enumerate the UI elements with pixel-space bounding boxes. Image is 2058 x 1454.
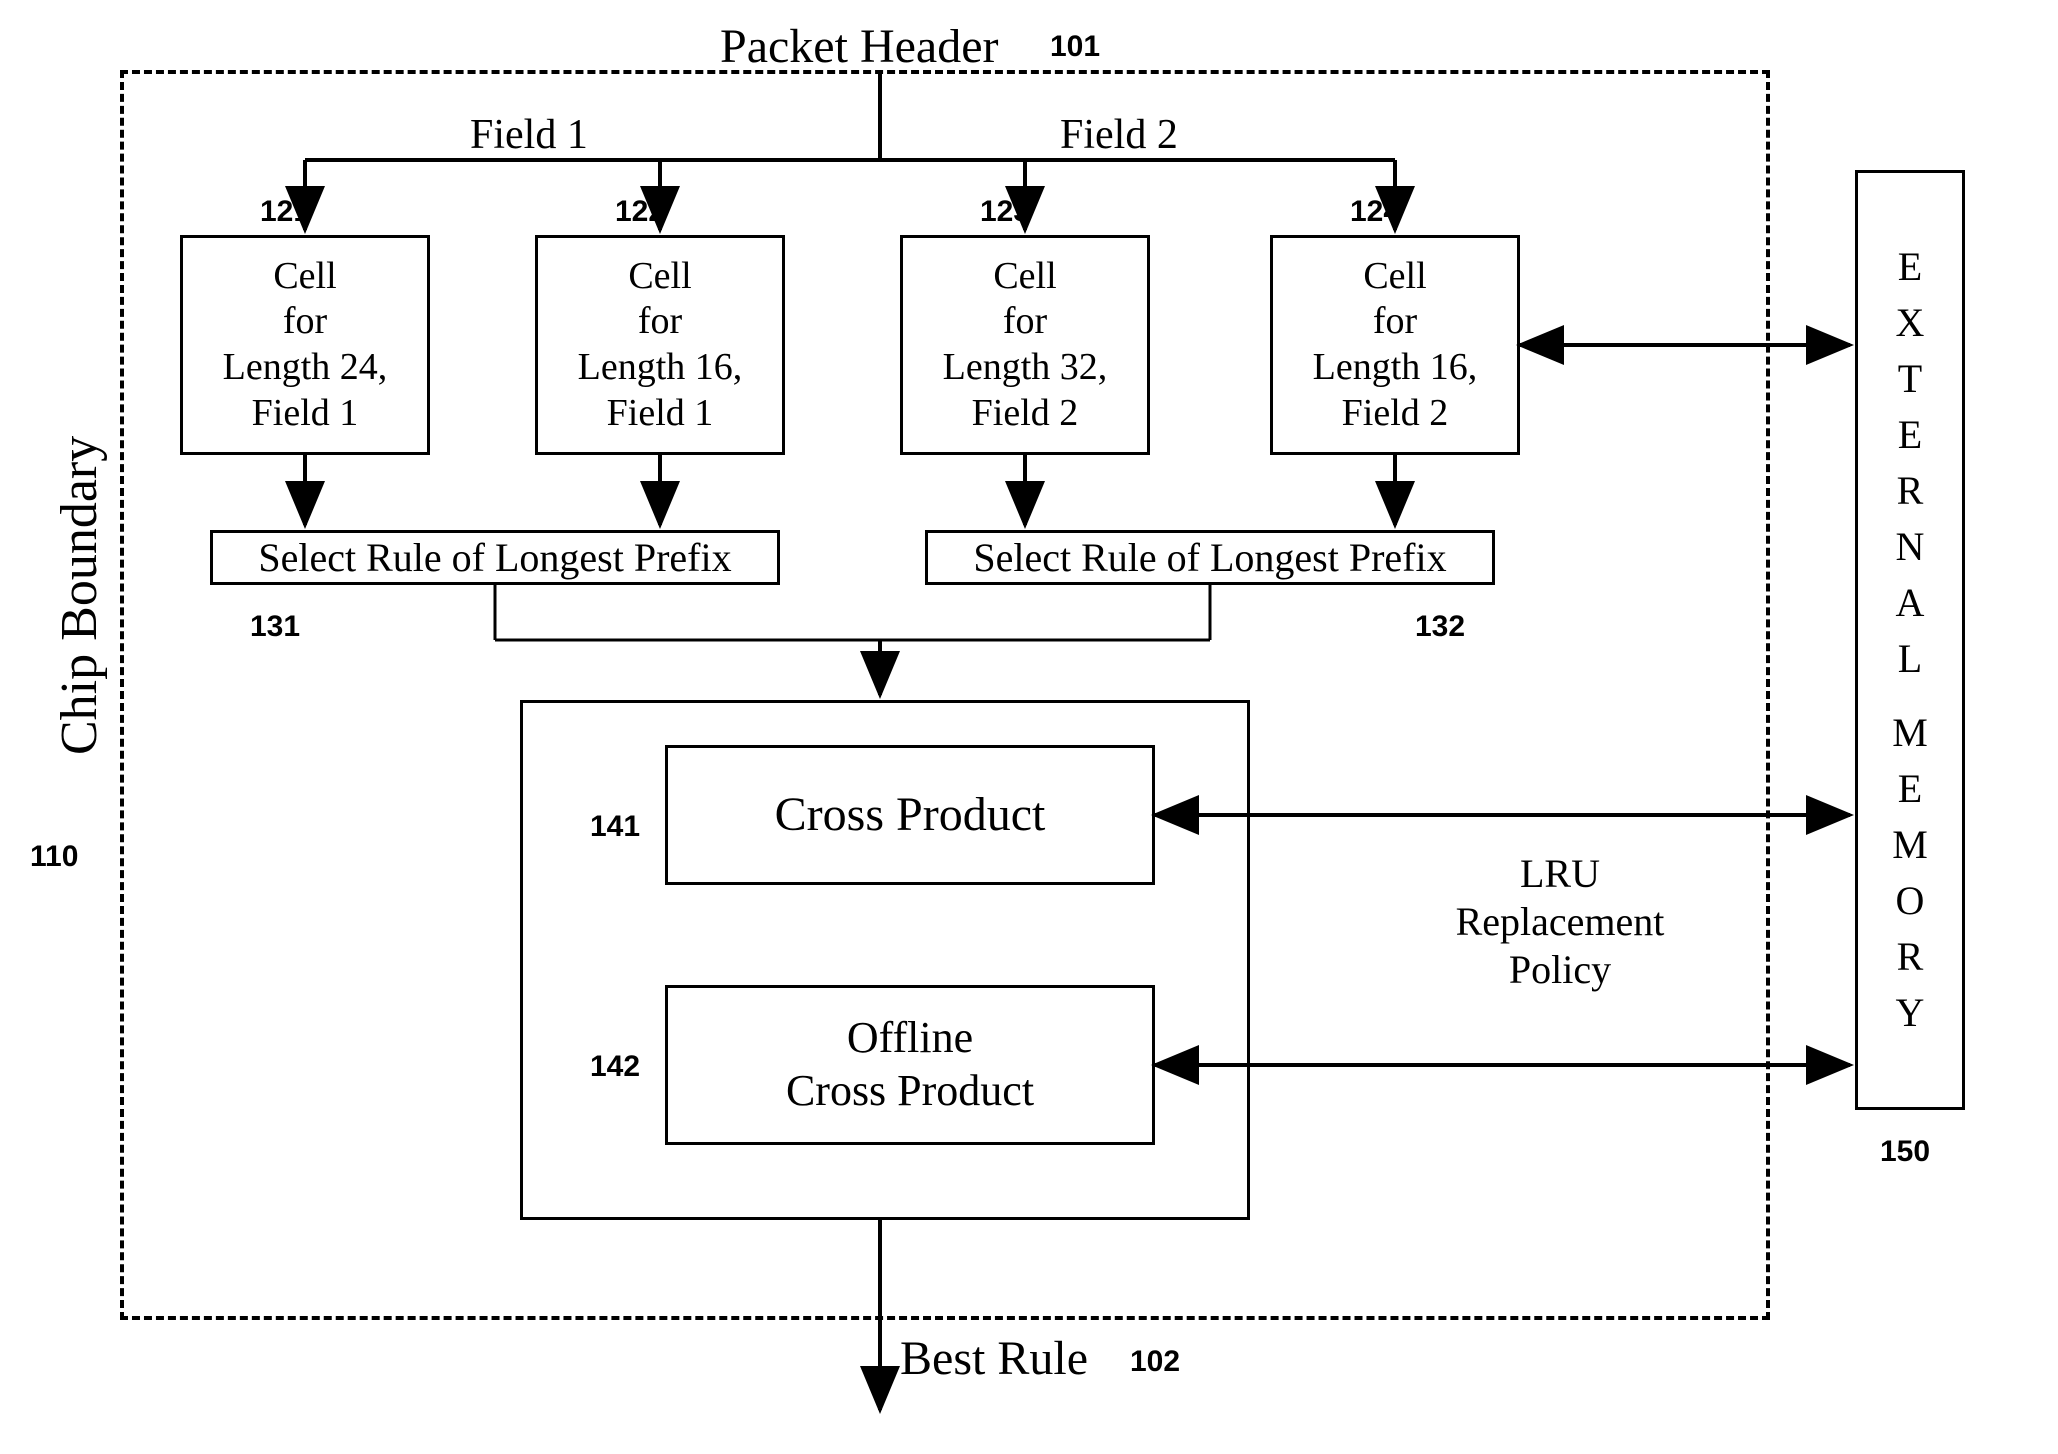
external-memory-box: E X T E R N A L M E M O R Y xyxy=(1855,170,1965,1110)
num-124: 124 xyxy=(1350,195,1400,229)
cell-123: Cell for Length 32, Field 2 xyxy=(900,235,1150,455)
num-142: 142 xyxy=(590,1050,640,1084)
ext-mem-E: E xyxy=(1898,239,1922,295)
ext-mem-E2: E xyxy=(1898,407,1922,463)
cross-product-142-text: Offline Cross Product xyxy=(786,1012,1034,1118)
cell-122-text: Cell for Length 16, Field 1 xyxy=(578,254,743,436)
cell-124: Cell for Length 16, Field 2 xyxy=(1270,235,1520,455)
num-110: 110 xyxy=(30,840,78,874)
diagram-root: Packet Header 101 Field 1 Field 2 121 12… xyxy=(0,0,2058,1454)
ext-mem-R: R xyxy=(1897,463,1924,519)
num-102: 102 xyxy=(1130,1345,1180,1379)
select-131: Select Rule of Longest Prefix xyxy=(210,530,780,585)
num-150: 150 xyxy=(1880,1135,1930,1169)
ext-mem-X: X xyxy=(1896,295,1925,351)
field1-label: Field 1 xyxy=(470,110,588,160)
select-132-text: Select Rule of Longest Prefix xyxy=(973,534,1446,582)
num-122: 122 xyxy=(615,195,665,229)
num-132: 132 xyxy=(1415,610,1465,644)
ext-mem-E3: E xyxy=(1898,761,1922,817)
cell-124-text: Cell for Length 16, Field 2 xyxy=(1313,254,1478,436)
num-141: 141 xyxy=(590,810,640,844)
ext-mem-A: A xyxy=(1896,575,1925,631)
ext-mem-L: L xyxy=(1898,631,1922,687)
cell-121: Cell for Length 24, Field 1 xyxy=(180,235,430,455)
best-rule-label: Best Rule xyxy=(900,1330,1088,1388)
lru-label: LRU Replacement Policy xyxy=(1410,850,1710,994)
cross-product-141-text: Cross Product xyxy=(775,786,1046,844)
select-132: Select Rule of Longest Prefix xyxy=(925,530,1495,585)
cell-121-text: Cell for Length 24, Field 1 xyxy=(223,254,388,436)
cell-123-text: Cell for Length 32, Field 2 xyxy=(943,254,1108,436)
ext-mem-M2: M xyxy=(1892,817,1928,873)
cell-122: Cell for Length 16, Field 1 xyxy=(535,235,785,455)
chip-boundary-label: Chip Boundary xyxy=(50,380,109,810)
select-131-text: Select Rule of Longest Prefix xyxy=(258,534,731,582)
ext-mem-R2: R xyxy=(1897,929,1924,985)
ext-mem-M: M xyxy=(1892,705,1928,761)
packet-header-label: Packet Header xyxy=(720,18,999,76)
num-123: 123 xyxy=(980,195,1030,229)
ext-mem-O: O xyxy=(1896,873,1925,929)
ext-mem-T: T xyxy=(1898,351,1922,407)
ext-mem-Y: Y xyxy=(1896,985,1925,1041)
ext-mem-N: N xyxy=(1896,519,1925,575)
cross-product-142: Offline Cross Product xyxy=(665,985,1155,1145)
num-131: 131 xyxy=(250,610,300,644)
num-101: 101 xyxy=(1050,30,1100,64)
field2-label: Field 2 xyxy=(1060,110,1178,160)
num-121: 121 xyxy=(260,195,310,229)
cross-product-141: Cross Product xyxy=(665,745,1155,885)
